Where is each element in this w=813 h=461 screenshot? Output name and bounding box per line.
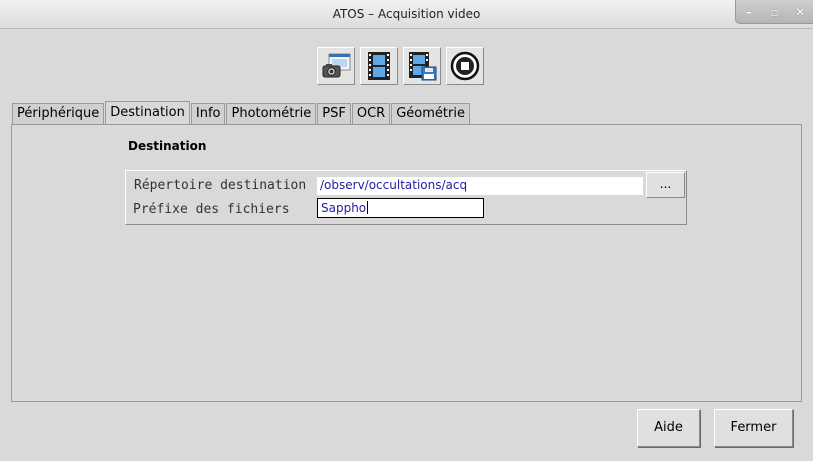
video-film-icon <box>368 52 390 80</box>
destination-dir-label: Répertoire destination <box>134 178 307 193</box>
tab-destination[interactable]: Destination <box>105 101 190 124</box>
maximize-button[interactable]: ▫ <box>762 0 788 23</box>
stop-button[interactable] <box>446 47 484 85</box>
close-button[interactable]: Fermer <box>714 409 793 447</box>
window-title: ATOS – Acquisition video <box>332 7 481 21</box>
tab-info[interactable]: Info <box>190 103 226 124</box>
file-prefix-label: Préfixe des fichiers <box>133 202 290 217</box>
video-save-icon <box>409 52 437 81</box>
close-window-button[interactable]: ✕ <box>787 0 813 23</box>
destination-dir-input[interactable]: /observ/occultations/acq <box>317 177 643 195</box>
tab-bar: Périphérique Destination Info Photométri… <box>12 101 471 124</box>
tab-ocr[interactable]: OCR <box>351 103 391 124</box>
tab-photometrie[interactable]: Photométrie <box>226 103 317 124</box>
video-acquire-button[interactable] <box>360 47 398 85</box>
help-button[interactable]: Aide <box>637 409 700 447</box>
toolbar <box>317 47 484 85</box>
camera-config-icon <box>322 53 351 78</box>
title-bar[interactable]: ATOS – Acquisition video – ▫ ✕ <box>0 0 813 29</box>
tab-peripherique[interactable]: Périphérique <box>12 103 105 124</box>
tab-psf[interactable]: PSF <box>317 103 351 124</box>
stop-icon <box>450 51 480 81</box>
browse-button[interactable]: ... <box>646 172 685 198</box>
minimize-button[interactable]: – <box>736 0 762 23</box>
tab-panel <box>11 124 802 402</box>
text-cursor <box>367 201 369 214</box>
file-prefix-value: Sappho <box>321 201 367 215</box>
video-save-button[interactable] <box>403 47 441 85</box>
camera-config-button[interactable] <box>317 47 355 85</box>
tab-geometrie[interactable]: Géométrie <box>391 103 470 124</box>
file-prefix-input[interactable]: Sappho <box>317 198 484 218</box>
section-title: Destination <box>128 139 207 153</box>
window-controls: – ▫ ✕ <box>735 0 813 24</box>
